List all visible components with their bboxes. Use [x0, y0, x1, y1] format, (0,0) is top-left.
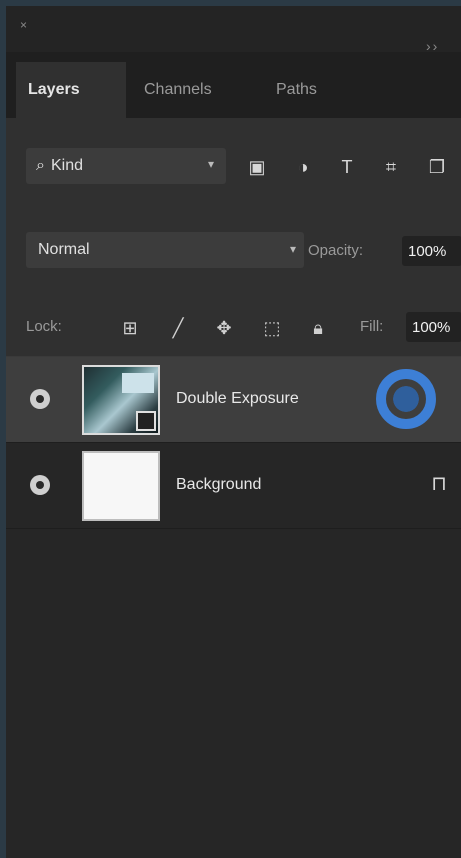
lock-position-icon[interactable]: ✥: [210, 314, 238, 342]
lock-row: Lock: ⊞ ╱ ✥ ⬚ 🔒︎ Fill: 100%: [6, 306, 461, 352]
layer-thumbnail[interactable]: [82, 365, 160, 435]
lock-artboard-icon[interactable]: ⬚: [258, 314, 286, 342]
visibility-eye-icon[interactable]: [30, 389, 50, 409]
pixel-layer-filter-icon[interactable]: ▣: [244, 154, 270, 180]
opacity-input[interactable]: 100%: [402, 236, 461, 266]
tab-layers[interactable]: Layers: [16, 62, 126, 118]
panel-title-bar: × ››: [6, 6, 461, 54]
visibility-eye-icon[interactable]: [30, 475, 50, 495]
layer-name[interactable]: Double Exposure: [176, 390, 299, 408]
layer-thumbnail[interactable]: [82, 451, 160, 521]
thumbnail-highlight: [122, 373, 154, 393]
smart-object-badge-icon: [136, 411, 156, 431]
search-icon: ⌕: [36, 157, 45, 174]
cursor-loading-icon: [376, 369, 436, 429]
type-layer-filter-icon[interactable]: T: [334, 154, 360, 180]
lock-all-icon[interactable]: 🔒︎: [304, 314, 332, 342]
layers-list: Double Exposure Background ⊓: [6, 356, 461, 858]
layer-name[interactable]: Background: [176, 476, 261, 494]
tab-channels[interactable]: Channels: [132, 62, 260, 118]
layers-panel: × ›› Layers Channels Paths ⌕ Kind ▾ ▣ ◑ …: [6, 6, 461, 858]
chevron-down-icon: ▾: [289, 242, 296, 256]
layer-row-double-exposure[interactable]: Double Exposure: [6, 357, 461, 443]
panel-tabs: Layers Channels Paths: [6, 52, 461, 119]
smart-object-filter-icon[interactable]: ❐: [424, 154, 450, 180]
fill-label: Fill:: [360, 318, 384, 335]
chevron-down-icon: ▾: [207, 157, 214, 171]
opacity-label: Opacity:: [308, 242, 364, 259]
blend-mode-value: Normal: [38, 241, 90, 258]
kind-filter-label: Kind: [50, 157, 83, 174]
layer-row-background[interactable]: Background ⊓: [6, 443, 461, 529]
filter-row: ⌕ Kind ▾ ▣ ◑ T ⌗ ❐: [6, 144, 461, 190]
tab-paths[interactable]: Paths: [264, 62, 359, 118]
lock-icon: ⊓: [431, 472, 447, 495]
lock-label: Lock:: [26, 318, 62, 335]
fill-input[interactable]: 100%: [406, 312, 461, 342]
adjustment-layer-filter-icon[interactable]: ◑: [290, 154, 316, 180]
lock-image-pixels-icon[interactable]: ╱: [164, 314, 192, 342]
blend-mode-select[interactable]: Normal ▾: [26, 232, 304, 268]
layers-panel-body: ⌕ Kind ▾ ▣ ◑ T ⌗ ❐ Normal ▾ Opacity: 100…: [6, 118, 461, 858]
blend-row: Normal ▾ Opacity: 100%: [6, 228, 461, 274]
shape-layer-filter-icon[interactable]: ⌗: [378, 154, 404, 180]
close-panel-icon[interactable]: ×: [20, 18, 27, 32]
kind-filter-select[interactable]: ⌕ Kind ▾: [26, 148, 226, 184]
lock-transparent-pixels-icon[interactable]: ⊞: [116, 314, 144, 342]
